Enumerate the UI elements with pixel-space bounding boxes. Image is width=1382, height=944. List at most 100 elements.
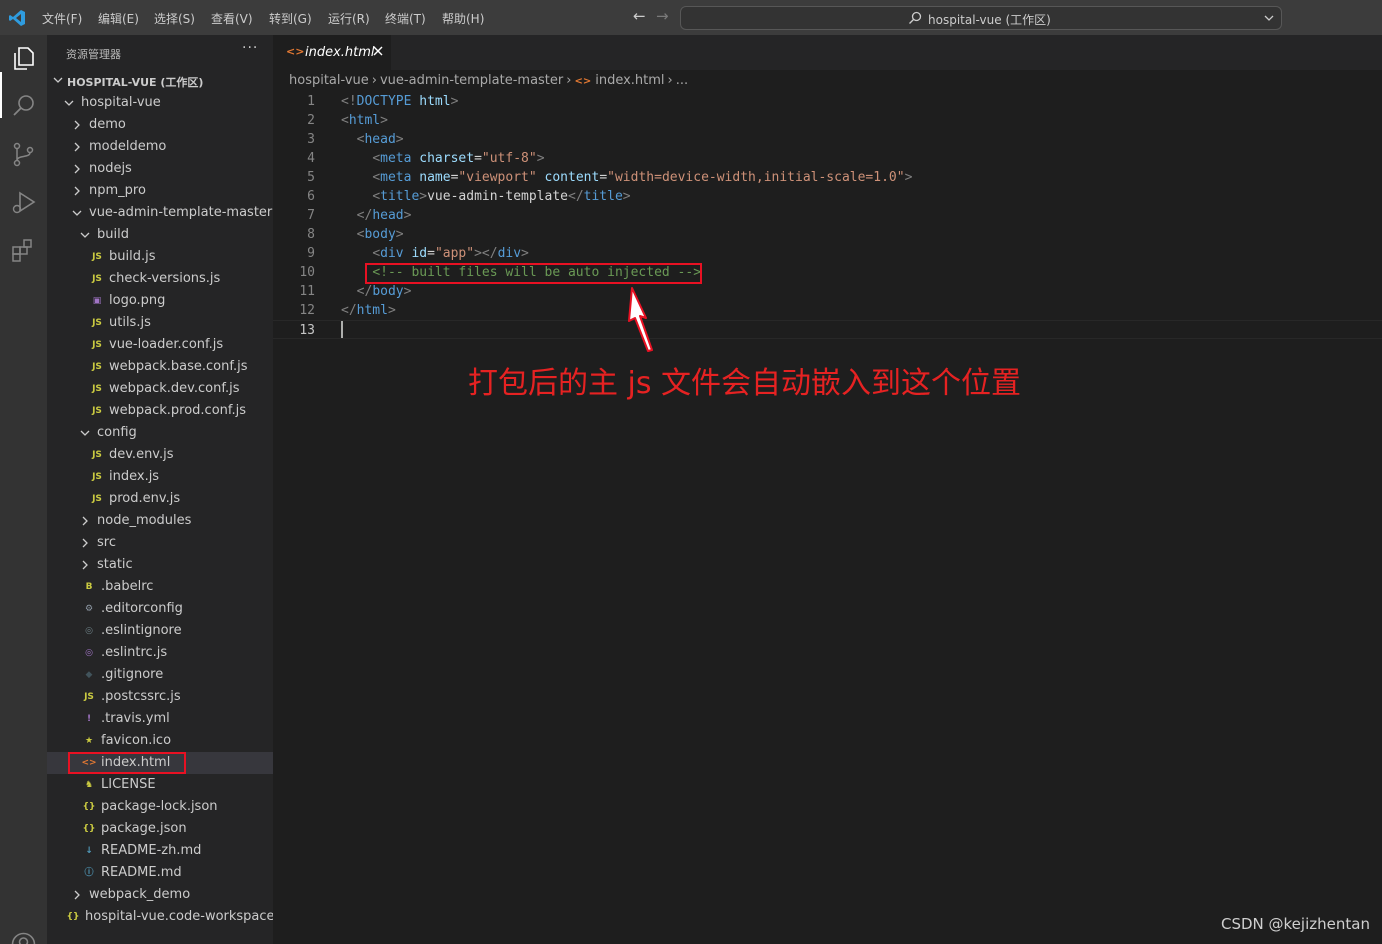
- code-line: 2 <html>: [273, 111, 1382, 130]
- menu-view[interactable]: 查看(V): [211, 10, 253, 27]
- annotation-arrow-icon: [628, 287, 653, 352]
- file-item[interactable]: ⚙ .editorconfig: [47, 598, 273, 620]
- breadcrumb-item[interactable]: ...: [676, 73, 688, 88]
- tab-index-html[interactable]: <> index.html: [273, 35, 391, 70]
- menu-terminal[interactable]: 终端(T): [385, 10, 426, 27]
- breadcrumb-item[interactable]: vue-admin-template-master: [380, 73, 563, 88]
- file-item[interactable]: {} hospital-vue.code-workspace: [47, 906, 273, 928]
- folder-item[interactable]: npm_pro: [47, 180, 273, 202]
- breadcrumb-separator-icon: ›: [371, 73, 377, 88]
- tree-item-label: nodejs: [89, 161, 132, 176]
- file-item[interactable]: JS build.js: [47, 246, 273, 268]
- file-item[interactable]: JS webpack.dev.conf.js: [47, 378, 273, 400]
- code-text: <head>: [356, 132, 404, 147]
- menu-run[interactable]: 运行(R): [328, 10, 370, 27]
- folder-item[interactable]: hospital-vue: [47, 92, 273, 114]
- file-item[interactable]: JS check-versions.js: [47, 268, 273, 290]
- file-item[interactable]: JS prod.env.js: [47, 488, 273, 510]
- file-item[interactable]: B .babelrc: [47, 576, 273, 598]
- folder-item[interactable]: webpack_demo: [47, 884, 273, 906]
- run-debug-icon[interactable]: [10, 189, 37, 216]
- chevron-right-icon: [82, 560, 88, 570]
- code-text: <body>: [356, 227, 404, 242]
- breadcrumb-item[interactable]: hospital-vue: [289, 73, 369, 88]
- more-actions-icon[interactable]: ···: [242, 40, 258, 56]
- file-item[interactable]: ♞ LICENSE: [47, 774, 273, 796]
- tree-item-label: .eslintignore: [101, 623, 182, 638]
- folder-item[interactable]: modeldemo: [47, 136, 273, 158]
- tree-item-label: .travis.yml: [101, 711, 170, 726]
- close-icon[interactable]: [372, 45, 384, 57]
- source-control-icon[interactable]: [10, 141, 37, 168]
- file-item[interactable]: JS index.js: [47, 466, 273, 488]
- file-item[interactable]: JS utils.js: [47, 312, 273, 334]
- menu-go[interactable]: 转到(G): [269, 10, 312, 27]
- folder-item[interactable]: build: [47, 224, 273, 246]
- code-line: 5 <meta name="viewport" content="width=d…: [273, 168, 1382, 187]
- tree-item-label: README.md: [101, 865, 182, 880]
- chevron-right-icon: [74, 186, 80, 196]
- chevron-down-icon[interactable]: [1263, 12, 1275, 24]
- tab-label: index.html: [305, 45, 375, 60]
- search-icon[interactable]: [10, 93, 37, 120]
- file-item[interactable]: ⓘ README.md: [47, 862, 273, 884]
- file-item[interactable]: ◎ .eslintignore: [47, 620, 273, 642]
- menu-edit[interactable]: 编辑(E): [98, 10, 139, 27]
- editor-tab-bar: <> index.html: [273, 35, 1382, 70]
- breadcrumb-item[interactable]: index.html: [595, 73, 664, 88]
- javascript-file-icon: JS: [92, 318, 102, 328]
- file-item[interactable]: ◎ .eslintrc.js: [47, 642, 273, 664]
- folder-item[interactable]: vue-admin-template-master: [47, 202, 273, 224]
- file-item[interactable]: {} package-lock.json: [47, 796, 273, 818]
- file-item[interactable]: {} package.json: [47, 818, 273, 840]
- file-item[interactable]: ! .travis.yml: [47, 708, 273, 730]
- file-item[interactable]: JS dev.env.js: [47, 444, 273, 466]
- extensions-icon[interactable]: [10, 237, 37, 264]
- folder-item[interactable]: node_modules: [47, 510, 273, 532]
- file-item[interactable]: JS webpack.base.conf.js: [47, 356, 273, 378]
- command-center-search[interactable]: hospital-vue (工作区): [680, 6, 1282, 30]
- file-item[interactable]: ↓ README-zh.md: [47, 840, 273, 862]
- folder-item[interactable]: demo: [47, 114, 273, 136]
- account-icon[interactable]: [10, 931, 37, 944]
- code-line: 1 <!DOCTYPE html>: [273, 92, 1382, 111]
- javascript-file-icon: JS: [92, 274, 102, 284]
- chevron-down-icon: [80, 430, 90, 436]
- tree-item-label: hospital-vue: [81, 95, 161, 110]
- html-file-icon: <>: [286, 45, 305, 58]
- menu-help[interactable]: 帮助(H): [442, 10, 484, 27]
- back-arrow-icon[interactable]: ←: [633, 7, 646, 25]
- folder-item[interactable]: src: [47, 532, 273, 554]
- javascript-file-icon: JS: [92, 362, 102, 372]
- workspace-title: HOSPITAL-VUE (工作区): [67, 76, 204, 89]
- code-line: 4 <meta charset="utf-8">: [273, 149, 1382, 168]
- code-text: <html>: [341, 113, 388, 128]
- explorer-icon[interactable]: [10, 45, 37, 72]
- file-item[interactable]: ▣ logo.png: [47, 290, 273, 312]
- annotation-text: 打包后的主 js 文件会自动嵌入到这个位置: [468, 366, 1022, 401]
- git-file-icon: ◆: [85, 670, 93, 680]
- line-number: 8: [307, 227, 315, 242]
- file-item[interactable]: JS webpack.prod.conf.js: [47, 400, 273, 422]
- line-number: 12: [299, 303, 315, 318]
- file-item[interactable]: ◆ .gitignore: [47, 664, 273, 686]
- tree-item-label: vue-loader.conf.js: [109, 337, 224, 352]
- javascript-file-icon: JS: [84, 692, 94, 702]
- menu-selection[interactable]: 选择(S): [154, 10, 195, 27]
- folder-item[interactable]: config: [47, 422, 273, 444]
- code-editor[interactable]: 1 <!DOCTYPE html> 2 <html> 3 <head> 4 <meta c…: [273, 92, 1382, 944]
- tree-item-label: build: [97, 227, 129, 242]
- menu-file[interactable]: 文件(F): [42, 10, 82, 27]
- line-number: 6: [307, 189, 315, 204]
- file-item[interactable]: JS .postcssrc.js: [47, 686, 273, 708]
- forward-arrow-icon[interactable]: →: [656, 7, 669, 25]
- tree-item-label: logo.png: [109, 293, 166, 308]
- workspace-section-header[interactable]: HOSPITAL-VUE (工作区): [47, 69, 273, 91]
- folder-item[interactable]: nodejs: [47, 158, 273, 180]
- file-item[interactable]: ★ favicon.ico: [47, 730, 273, 752]
- folder-item[interactable]: static: [47, 554, 273, 576]
- eslint-file-icon: ◎: [85, 648, 93, 658]
- code-line: 9 <div id="app"></div>: [273, 244, 1382, 263]
- tree-item-label: dev.env.js: [109, 447, 174, 462]
- file-item[interactable]: JS vue-loader.conf.js: [47, 334, 273, 356]
